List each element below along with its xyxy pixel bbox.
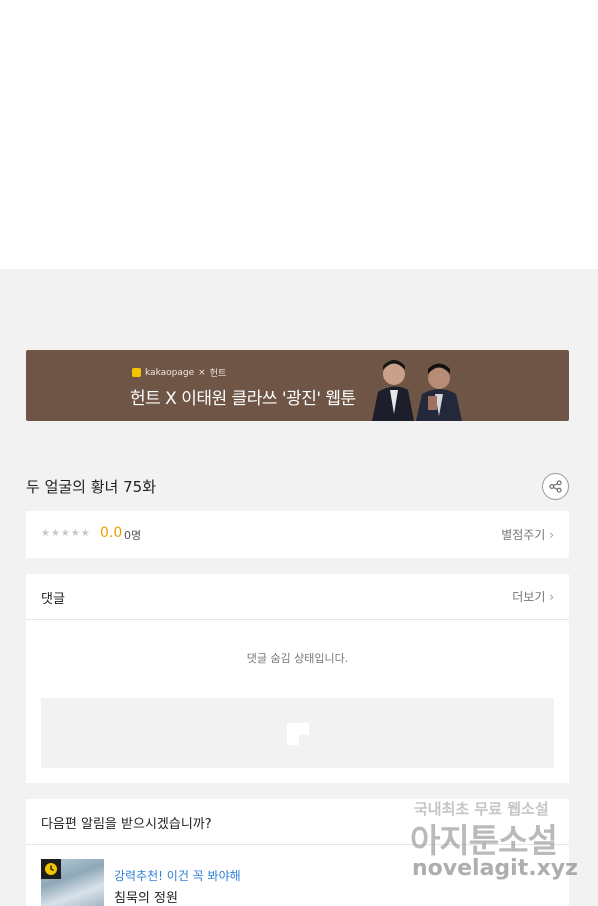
more-label: 더보기 <box>512 590 546 604</box>
recommend-thumbnail[interactable] <box>41 859 104 906</box>
divider <box>26 844 569 845</box>
episode-header: 두 얼굴의 황녀 75화 <box>26 473 569 500</box>
rating-card: ★★★★★ 0.0 0명 별점주기 › <box>26 511 569 558</box>
chevron-right-icon: › <box>549 528 554 542</box>
content-area-blank <box>0 0 598 269</box>
episode-title: 두 얼굴의 황녀 75화 <box>26 478 156 496</box>
recommend-title[interactable]: 침묵의 정원 <box>114 887 178 906</box>
rating-score: 0.0 <box>100 525 123 541</box>
ad-placeholder[interactable] <box>41 698 554 768</box>
kakaopage-logo-icon <box>132 368 141 377</box>
banner-brand: kakaopage × 헌트 <box>132 366 226 379</box>
rate-label: 별점주기 <box>501 528 546 542</box>
notify-card: 다음편 알림을 받으시겠습니까? 강력추천! 이건 꼭 봐야해 침묵의 정원 <box>26 799 569 906</box>
comment-title: 댓글 <box>41 592 65 607</box>
share-icon <box>549 480 562 493</box>
recommend-tag[interactable]: 강력추천! 이건 꼭 봐야해 <box>114 867 241 884</box>
comment-card: 댓글 더보기 › 댓글 숨김 상태입니다. <box>26 574 569 783</box>
notify-question: 다음편 알림을 받으시겠습니까? <box>41 817 212 832</box>
brand-right: 헌트 <box>209 369 227 379</box>
image-placeholder-icon <box>287 723 309 745</box>
rate-button[interactable]: 별점주기 › <box>501 526 554 543</box>
brand-separator: × <box>198 367 206 378</box>
chevron-right-icon: › <box>549 590 554 604</box>
comments-hidden-message: 댓글 숨김 상태입니다. <box>246 652 349 665</box>
comment-header: 댓글 더보기 › <box>26 574 569 620</box>
clock-icon <box>41 859 61 879</box>
rating-stars: ★★★★★ <box>41 528 91 539</box>
share-button[interactable] <box>542 473 569 500</box>
comment-more-button[interactable]: 더보기 › <box>512 588 554 605</box>
banner-headline: 헌트 X 이태원 클라쓰 '광진' 웹툰 <box>130 389 356 409</box>
banner-actors-image <box>364 352 474 421</box>
rating-count: 0명 <box>124 529 142 542</box>
promo-banner[interactable]: kakaopage × 헌트 헌트 X 이태원 클라쓰 '광진' 웹툰 <box>26 350 569 421</box>
brand-left: kakaopage <box>145 367 195 378</box>
